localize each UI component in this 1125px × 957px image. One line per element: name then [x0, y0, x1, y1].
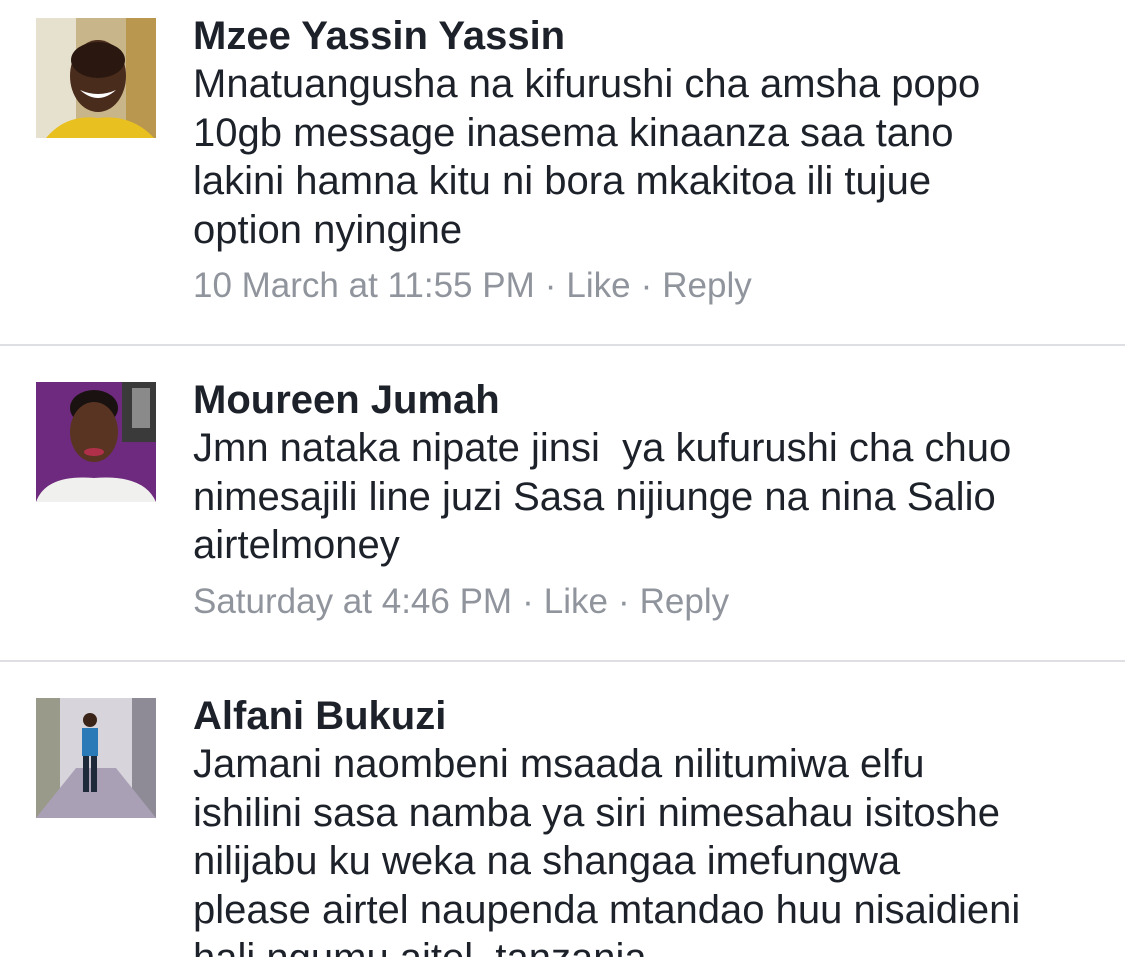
- like-button[interactable]: Like: [544, 582, 608, 621]
- avatar-photo-man-hallway: [36, 698, 156, 818]
- comment-author[interactable]: Moureen Jumah: [193, 378, 500, 422]
- comment-body: Jamani naombeni msaada nilitumiwa elfu i…: [193, 740, 1103, 957]
- comment-line: nimesajili line juzi Sasa nijiunge na ni…: [193, 474, 996, 519]
- comment-author[interactable]: Alfani Bukuzi: [193, 694, 446, 738]
- meta-separator: ·: [617, 582, 630, 621]
- comment-line: lakini hamna kitu ni bora mkakitoa ili t…: [193, 159, 932, 203]
- comment-timestamp[interactable]: 10 March at 11:55 PM: [193, 266, 535, 305]
- avatar-photo-woman-purple-wall: [36, 382, 156, 502]
- comment-line: Jamani naombeni msaada nilitumiwa elfu: [193, 742, 925, 786]
- reply-button[interactable]: Reply: [662, 266, 751, 305]
- avatar[interactable]: [36, 18, 156, 138]
- like-button[interactable]: Like: [566, 266, 630, 305]
- avatar[interactable]: [36, 382, 156, 502]
- comment-line: 10gb message inasema kinaanza saa tano: [193, 110, 954, 155]
- comment-line: option nyingine: [193, 207, 463, 252]
- avatar-photo-man-yellow-shirt: [36, 18, 156, 138]
- comment-line: ishilini sasa namba ya siri nimesahau is…: [193, 790, 1001, 835]
- comment-meta: 10 March at 11:55 PM · Like · Reply: [193, 266, 752, 306]
- comment-line: airtelmoney: [193, 523, 400, 567]
- comment-line: Jmn nataka nipate jinsi ya kufurushi cha…: [193, 426, 1012, 470]
- comment-line: hali ngumu aitel tanzania: [193, 934, 1103, 957]
- meta-separator: ·: [522, 582, 534, 621]
- meta-separator: ·: [640, 266, 653, 305]
- comment-item: Moureen Jumah Jmn nataka nipate jinsi ya…: [0, 346, 1125, 660]
- comment-line: nilijabu ku weka na shangaa imefungwa: [193, 839, 901, 883]
- comment-timestamp[interactable]: Saturday at 4:46 PM: [193, 582, 512, 621]
- comment-feed: Mzee Yassin Yassin Mnatuangusha na kifur…: [0, 0, 1125, 957]
- comment-line: please airtel naupenda mtandao huu nisai…: [193, 887, 1021, 932]
- reply-button[interactable]: Reply: [640, 582, 729, 621]
- comment-item: Alfani Bukuzi Jamani naombeni msaada nil…: [0, 662, 1125, 957]
- meta-separator: ·: [544, 266, 557, 305]
- comment-line: Mnatuangusha na kifurushi cha amsha popo: [193, 62, 981, 106]
- comment-body: Jmn nataka nipate jinsi ya kufurushi cha…: [193, 424, 1103, 570]
- comment-item: Mzee Yassin Yassin Mnatuangusha na kifur…: [0, 0, 1125, 345]
- comment-author[interactable]: Mzee Yassin Yassin: [193, 14, 565, 58]
- avatar[interactable]: [36, 698, 156, 818]
- comment-meta: Saturday at 4:46 PM · Like · Reply: [193, 582, 729, 622]
- comment-body: Mnatuangusha na kifurushi cha amsha popo…: [193, 60, 1103, 254]
